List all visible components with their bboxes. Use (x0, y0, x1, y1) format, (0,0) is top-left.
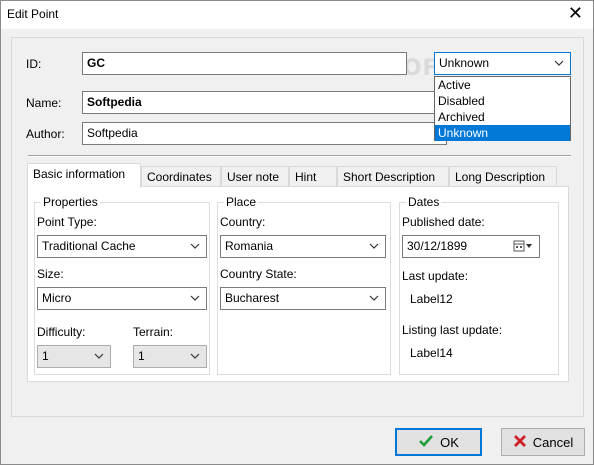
properties-title: Properties (41, 195, 100, 209)
chevron-down-icon (554, 57, 564, 69)
title-bar: Edit Point ✕ (1, 1, 593, 29)
difficulty-value: 1 (42, 349, 49, 363)
author-label: Author: (26, 127, 65, 141)
place-group: Place Country: Romania Country State: Bu… (217, 195, 391, 375)
difficulty-select[interactable]: 1 (37, 345, 111, 368)
status-option-archived[interactable]: Archived (435, 109, 570, 125)
close-icon[interactable]: ✕ (568, 3, 583, 25)
status-select-value: Unknown (439, 56, 490, 70)
chevron-down-icon (94, 350, 104, 362)
check-icon (418, 434, 434, 451)
cancel-button[interactable]: Cancel (501, 428, 585, 456)
size-value: Micro (42, 291, 72, 305)
size-label: Size: (37, 267, 64, 281)
chevron-down-icon (369, 240, 379, 252)
status-option-active[interactable]: Active (435, 77, 570, 93)
country-state-value: Bucharest (225, 291, 280, 305)
cancel-label: Cancel (532, 434, 574, 450)
dates-title: Dates (406, 195, 442, 209)
status-select[interactable]: Unknown (434, 52, 571, 75)
chevron-down-icon (369, 292, 379, 304)
country-value: Romania (225, 239, 274, 253)
separator (28, 155, 571, 157)
calendar-icon[interactable] (513, 240, 533, 252)
tab-coordinates[interactable]: Coordinates (141, 166, 221, 187)
published-date-label: Published date: (402, 215, 485, 229)
name-label: Name: (26, 96, 62, 110)
cancel-x-icon (513, 434, 527, 451)
basic-information-page: Properties Point Type: Traditional Cache… (27, 186, 569, 382)
chevron-down-icon (190, 292, 200, 304)
tab-short-description[interactable]: Short Description (337, 166, 449, 187)
id-input[interactable]: GC (82, 52, 407, 75)
edit-point-dialog: Edit Point ✕ SOFTPEDIA ID: GC Unknown Na… (0, 0, 594, 465)
difficulty-label: Difficulty: (37, 325, 86, 339)
published-date-value: 30/12/1899 (407, 239, 468, 253)
tab-long-description[interactable]: Long Description (449, 166, 557, 187)
terrain-select[interactable]: 1 (133, 345, 207, 368)
point-type-select[interactable]: Traditional Cache (37, 235, 207, 258)
status-option-unknown[interactable]: Unknown (435, 125, 570, 141)
country-label: Country: (220, 215, 266, 229)
chevron-down-icon (190, 240, 200, 252)
terrain-label: Terrain: (133, 325, 174, 339)
point-type-label: Point Type: (37, 215, 97, 229)
tab-basic-information[interactable]: Basic information (27, 163, 141, 188)
dates-group: Dates Published date: 30/12/1899 Last up… (399, 195, 559, 375)
tab-user-note[interactable]: User note (221, 166, 289, 187)
tab-hint[interactable]: Hint (289, 166, 337, 187)
id-label: ID: (26, 57, 42, 71)
country-select[interactable]: Romania (220, 235, 386, 258)
chevron-down-icon (190, 350, 200, 362)
point-type-value: Traditional Cache (42, 239, 136, 253)
window-title: Edit Point (7, 7, 59, 21)
last-update-value: Label12 (410, 292, 453, 306)
listing-last-update-label: Listing last update: (402, 323, 503, 337)
name-input[interactable]: Softpedia (82, 91, 447, 114)
ok-button[interactable]: OK (395, 428, 482, 456)
country-state-select[interactable]: Bucharest (220, 287, 386, 310)
properties-group: Properties Point Type: Traditional Cache… (34, 195, 210, 375)
last-update-label: Last update: (402, 269, 469, 283)
status-option-disabled[interactable]: Disabled (435, 93, 570, 109)
size-select[interactable]: Micro (37, 287, 207, 310)
listing-last-update-value: Label14 (410, 346, 453, 360)
author-input[interactable]: Softpedia (82, 122, 447, 145)
country-state-label: Country State: (220, 267, 297, 281)
status-dropdown-list: Active Disabled Archived Unknown (434, 76, 571, 141)
ok-label: OK (440, 434, 459, 450)
published-date-picker[interactable]: 30/12/1899 (402, 235, 540, 258)
terrain-value: 1 (138, 349, 145, 363)
place-title: Place (224, 195, 259, 209)
